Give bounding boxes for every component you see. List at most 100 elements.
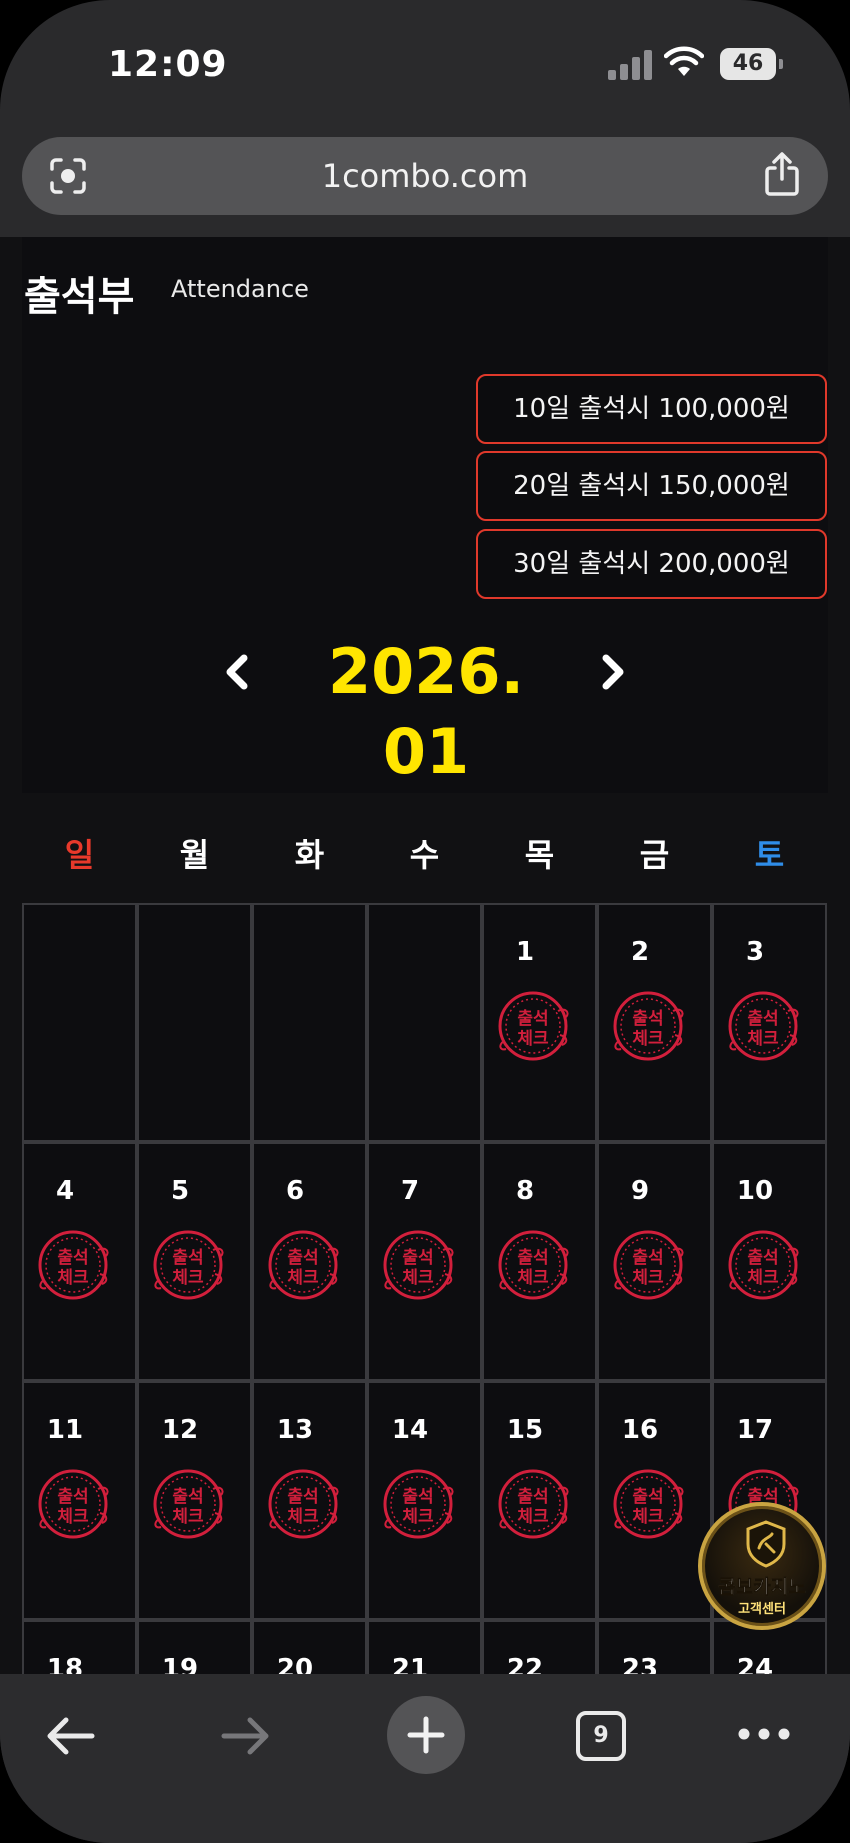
calendar-day-number: 11 [46, 1415, 84, 1445]
calendar-day-cell[interactable]: 15 출석 체크 [482, 1381, 597, 1620]
reward-20-days: 20일 출석시 150,000원 [476, 451, 827, 521]
chevron-right-icon[interactable] [590, 650, 634, 694]
calendar-day-number: 10 [736, 1176, 774, 1206]
attendance-stamp-icon: 출석체크 [613, 991, 684, 1061]
stamp-text-bottom: 체크 [172, 1268, 204, 1288]
stamp-text-bottom: 체크 [747, 1268, 779, 1288]
phone-frame: 12:09 46 1combo.com 출석부 Attendance 10일 출… [0, 0, 850, 1843]
more-icon[interactable] [736, 1724, 792, 1744]
stamp-text-top: 출석 [402, 1248, 433, 1268]
attendance-stamp-icon: 출석체크 [728, 991, 799, 1061]
back-arrow-icon[interactable] [42, 1712, 98, 1760]
attendance-stamp-icon: 출석체크 [613, 1230, 684, 1300]
month-label: 2026. 01 [327, 635, 525, 788]
calendar-day-cell[interactable]: 5 출석 체크 [137, 1142, 252, 1381]
weekday-sun: 일 [64, 836, 95, 874]
shield-icon [746, 1520, 786, 1568]
calendar-day-cell[interactable]: 2 출석 체크 [597, 903, 712, 1142]
calendar-day-cell[interactable]: 16 출석 체크 [597, 1381, 712, 1620]
weekday-header: 일 월 화 수 목 금 토 [22, 820, 828, 890]
plus-icon [407, 1716, 445, 1754]
stamp-text-bottom: 체크 [402, 1268, 434, 1288]
calendar-day-number: 17 [736, 1415, 774, 1445]
calendar-empty-cell [367, 903, 482, 1142]
stamp-text-bottom: 체크 [747, 1029, 779, 1049]
attendance-stamp-icon: 출석체크 [383, 1230, 454, 1300]
customer-center-label: 고객센터 [738, 1602, 786, 1617]
calendar-day-cell[interactable]: 13 출석 체크 [252, 1381, 367, 1620]
calendar-day-cell[interactable]: 11 출석 체크 [22, 1381, 137, 1620]
stamp-text-bottom: 체크 [517, 1029, 549, 1049]
stamp-text-top: 출석 [517, 1487, 548, 1507]
calendar-day-cell[interactable]: 7 출석 체크 [367, 1142, 482, 1381]
stamp-text-bottom: 체크 [517, 1268, 549, 1288]
calendar-day-cell[interactable]: 14 출석 체크 [367, 1381, 482, 1620]
stamp-text-top: 출석 [747, 1248, 778, 1268]
calendar-day-number: 8 [515, 1176, 535, 1206]
calendar-empty-cell [252, 903, 367, 1142]
stamp-text-bottom: 체크 [57, 1268, 89, 1288]
calendar-day-cell[interactable]: 6 출석 체크 [252, 1142, 367, 1381]
weekday-thu: 목 [524, 836, 555, 874]
stamp-text-bottom: 체크 [402, 1507, 434, 1527]
customer-center-brand: 콤보카지노 [718, 1576, 806, 1599]
attendance-stamp-icon: 출석체크 [38, 1469, 109, 1539]
page-title: 출석부 [24, 274, 135, 320]
stamp-text-top: 출석 [57, 1248, 88, 1268]
stamp-text-top: 출석 [57, 1487, 88, 1507]
stamp-text-top: 출석 [402, 1487, 433, 1507]
weekday-mon: 월 [179, 836, 210, 874]
calendar-day-cell[interactable]: 8 출석 체크 [482, 1142, 597, 1381]
calendar-day-number: 1 [515, 937, 535, 967]
stamp-text-bottom: 체크 [517, 1507, 549, 1527]
calendar-day-number: 4 [55, 1176, 75, 1206]
customer-center-badge[interactable]: 콤보카지노 고객센터 [698, 1502, 826, 1630]
stamp-text-top: 출석 [632, 1009, 663, 1029]
reward-10-days: 10일 출석시 100,000원 [476, 374, 827, 444]
chevron-left-icon[interactable] [216, 650, 260, 694]
tabs-icon[interactable]: 9 [576, 1711, 626, 1761]
calendar-day-cell[interactable]: 3 출석 체크 [712, 903, 827, 1142]
status-bar: 12:09 46 [0, 0, 850, 130]
calendar-empty-cell [22, 903, 137, 1142]
address-bar[interactable]: 1combo.com [22, 137, 828, 215]
stamp-text-top: 출석 [747, 1009, 778, 1029]
attendance-stamp-icon: 출석체크 [153, 1230, 224, 1300]
forward-arrow-icon[interactable] [218, 1712, 274, 1760]
attendance-stamp-icon: 출석체크 [613, 1469, 684, 1539]
attendance-stamp-icon: 출석체크 [383, 1469, 454, 1539]
url-text: 1combo.com [321, 157, 529, 195]
stamp-text-top: 출석 [517, 1009, 548, 1029]
stamp-text-top: 출석 [632, 1487, 663, 1507]
reward-30-days: 30일 출석시 200,000원 [476, 529, 827, 599]
calendar-day-number: 9 [630, 1176, 650, 1206]
attendance-stamp-icon: 출석체크 [153, 1469, 224, 1539]
stamp-text-top: 출석 [632, 1248, 663, 1268]
stamp-text-bottom: 체크 [632, 1268, 664, 1288]
stamp-text-bottom: 체크 [57, 1507, 89, 1527]
calendar-empty-cell [137, 903, 252, 1142]
weekday-sat: 토 [754, 836, 785, 874]
stamp-text-top: 출석 [517, 1248, 548, 1268]
attendance-stamp-icon: 출석체크 [268, 1469, 339, 1539]
new-tab-button[interactable] [387, 1696, 465, 1774]
calendar-day-cell[interactable]: 12 출석 체크 [137, 1381, 252, 1620]
attendance-stamp-icon: 출석체크 [38, 1230, 109, 1300]
calendar-day-cell[interactable]: 10 출석 체크 [712, 1142, 827, 1381]
stamp-text-bottom: 체크 [287, 1507, 319, 1527]
stamp-text-top: 출석 [172, 1248, 203, 1268]
calendar-day-cell[interactable]: 9 출석 체크 [597, 1142, 712, 1381]
calendar-day-number: 5 [170, 1176, 190, 1206]
calendar-day-number: 12 [161, 1415, 199, 1445]
stamp-text-bottom: 체크 [632, 1029, 664, 1049]
calendar-day-cell[interactable]: 4 출석 체크 [22, 1142, 137, 1381]
stamp-text-top: 출석 [287, 1248, 318, 1268]
weekday-fri: 금 [639, 836, 670, 874]
stamp-text-bottom: 체크 [287, 1268, 319, 1288]
attendance-stamp-icon: 출석체크 [728, 1230, 799, 1300]
calendar-day-number: 6 [285, 1176, 305, 1206]
weekday-wed: 수 [409, 836, 440, 874]
month-navigator: 2026. 01 [0, 632, 850, 788]
calendar-day-cell[interactable]: 1 출석 체크 [482, 903, 597, 1142]
share-icon[interactable] [762, 151, 802, 197]
